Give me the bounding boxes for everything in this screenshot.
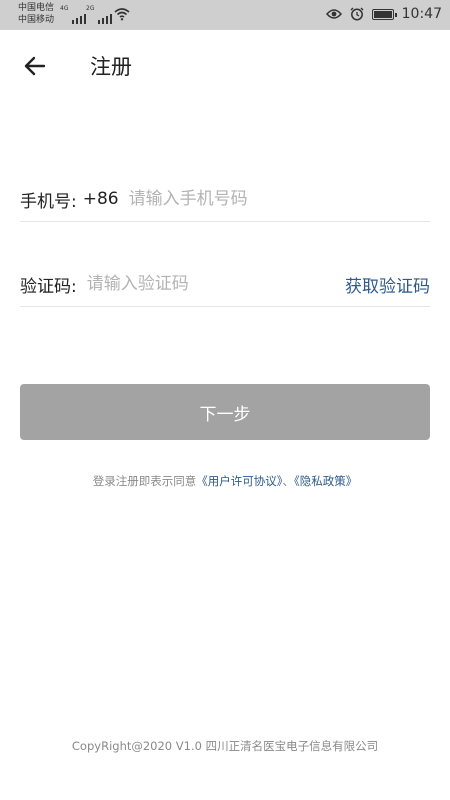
user-agreement-link[interactable]: 《用户许可协议》 <box>196 474 282 488</box>
page-title: 注册 <box>90 55 132 79</box>
carrier-info: 中国电信 中国移动 <box>18 2 54 26</box>
phone-label: 手机号: <box>20 191 77 212</box>
get-code-button[interactable]: 获取验证码 <box>345 272 430 297</box>
header: 注册 <box>0 30 450 102</box>
status-right: 10:47 <box>325 6 442 22</box>
code-input[interactable] <box>86 274 345 294</box>
network-type-1: 4G <box>60 5 69 12</box>
agreement-separator: 、 <box>282 474 295 488</box>
network-type-2: 2G <box>86 5 95 12</box>
eye-icon <box>325 9 342 19</box>
phone-input[interactable] <box>128 189 430 209</box>
status-bar: 中国电信 中国移动 4G 2G 10:47 <box>0 0 450 30</box>
carrier-2: 中国移动 <box>18 15 55 25</box>
copyright-footer: CopyRight@2020 V1.0 四川正清名医宝电子信息有限公司 <box>71 739 379 753</box>
signal-icon: 4G <box>60 5 87 24</box>
arrow-left-icon[interactable] <box>22 53 48 79</box>
clock: 10:47 <box>401 6 442 22</box>
signal-icon-2: 2G <box>86 5 113 24</box>
battery-icon <box>371 8 397 20</box>
carrier-1: 中国电信 <box>18 3 55 13</box>
agreement-text: 登录注册即表示同意《用户许可协议》、《隐私政策》 <box>0 473 450 489</box>
code-label: 验证码: <box>20 276 77 297</box>
phone-row: 手机号: +86 <box>20 177 430 222</box>
alarm-icon <box>350 7 364 21</box>
next-button[interactable]: 下一步 <box>20 384 430 440</box>
country-code: +86 <box>82 189 119 209</box>
agreement-prefix: 登录注册即表示同意 <box>92 474 197 488</box>
code-row: 验证码: 获取验证码 <box>20 262 430 307</box>
wifi-icon <box>114 8 130 21</box>
privacy-policy-link[interactable]: 《隐私政策》 <box>294 474 357 488</box>
